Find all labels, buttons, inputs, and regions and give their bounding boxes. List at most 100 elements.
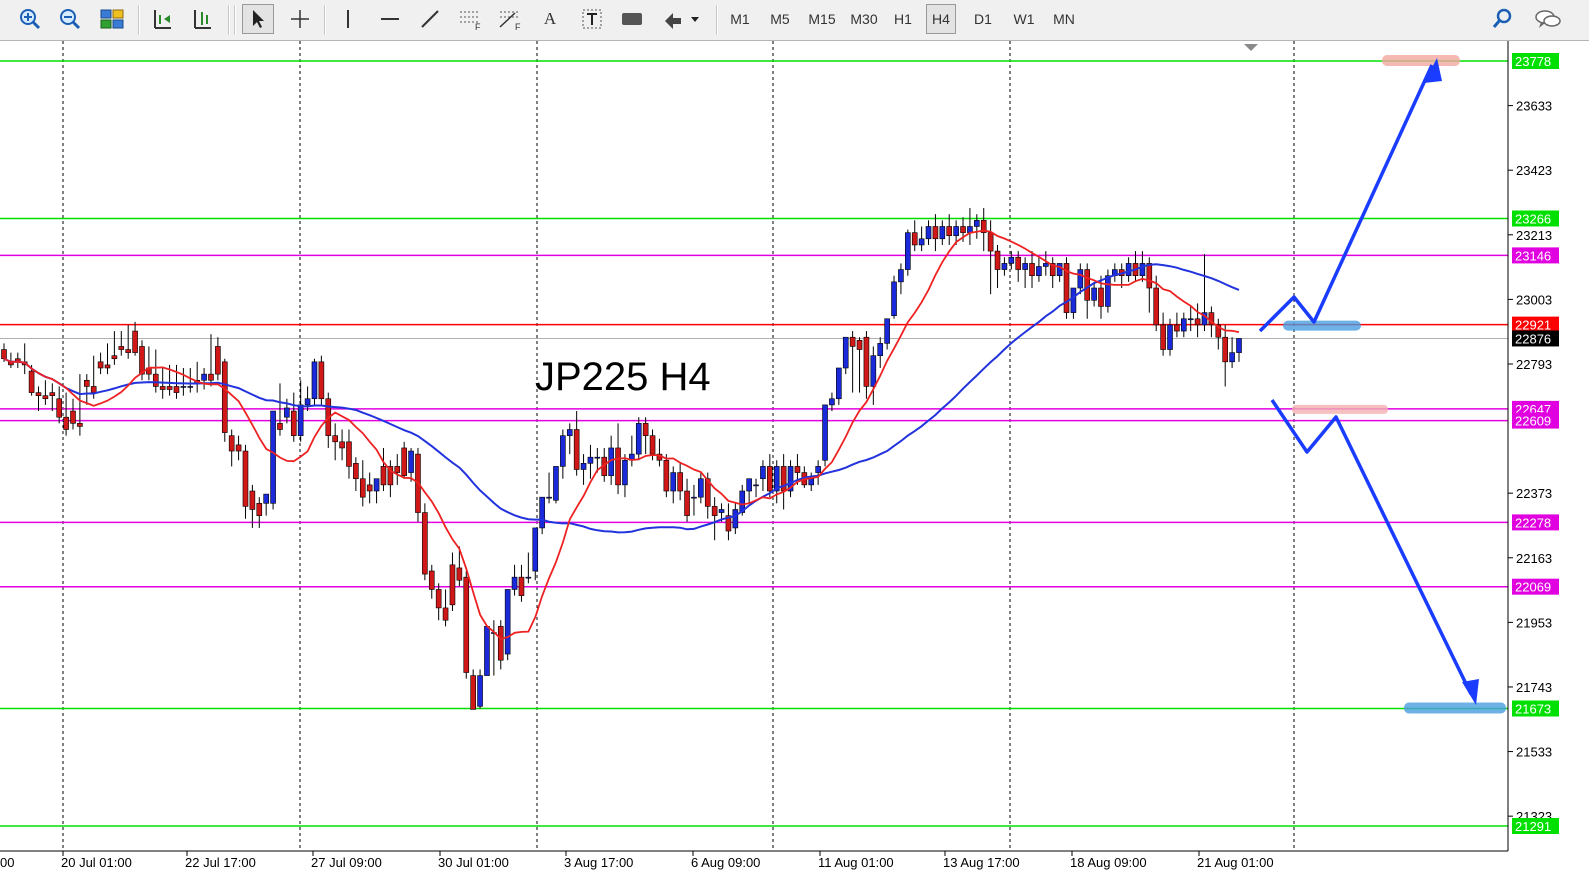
- candle-body: [615, 447, 621, 486]
- zoom-in-icon[interactable]: [14, 4, 46, 34]
- trendline-icon[interactable]: [414, 4, 446, 34]
- candle-body: [622, 459, 628, 486]
- candle-body: [1194, 318, 1201, 326]
- candle-body: [594, 456, 601, 459]
- candle-body: [863, 336, 870, 387]
- fibonacci-icon[interactable]: F: [494, 4, 526, 34]
- level-price-label: 21291: [1515, 819, 1551, 834]
- candle-body: [1105, 275, 1111, 307]
- candle-body: [553, 466, 559, 501]
- timeframe-d1-button[interactable]: D1: [968, 4, 998, 34]
- candle-body: [118, 346, 125, 350]
- candle-body: [1056, 263, 1063, 277]
- candle-body: [767, 466, 773, 492]
- arrows-icon[interactable]: [656, 4, 710, 34]
- candle-body: [884, 318, 890, 344]
- tile-windows-icon[interactable]: [96, 4, 128, 34]
- candle-body: [442, 607, 449, 621]
- level-price-label: 23778: [1515, 54, 1551, 69]
- candle-body: [960, 226, 966, 233]
- candle-body: [77, 423, 83, 427]
- candle-body: [518, 576, 525, 596]
- entry-zone-lower: [1292, 404, 1388, 414]
- timeframe-m1-button[interactable]: M1: [724, 4, 756, 34]
- search-icon[interactable]: [1486, 4, 1518, 34]
- candle-body: [953, 226, 959, 237]
- candle-body: [987, 232, 994, 252]
- price-tick-label: 23003: [1516, 292, 1552, 307]
- candle-body: [642, 423, 649, 436]
- candle-body: [380, 466, 387, 486]
- candle-body: [566, 429, 573, 436]
- time-tick-label: 00: [0, 855, 14, 870]
- candle-body: [525, 576, 532, 579]
- candle-body: [249, 490, 256, 510]
- candle-body: [277, 423, 283, 430]
- candle-body: [463, 576, 470, 673]
- candle-body: [746, 478, 752, 492]
- candle-body: [215, 346, 221, 375]
- candle-body: [760, 466, 766, 480]
- candle-body: [35, 392, 42, 396]
- price-tick-label: 22163: [1516, 551, 1552, 566]
- price-tick-label: 23633: [1516, 99, 1552, 114]
- candle-body: [1160, 324, 1166, 350]
- candle-body: [166, 386, 173, 390]
- candle-body: [173, 386, 180, 393]
- candle-body: [242, 450, 249, 507]
- level-price-label: 22609: [1515, 414, 1551, 429]
- candle-body: [235, 444, 242, 452]
- horizontal-line-icon[interactable]: [374, 4, 406, 34]
- level-price-label: 23266: [1515, 211, 1551, 226]
- chart-shift-icon[interactable]: [146, 4, 178, 34]
- timeframe-mn-button[interactable]: MN: [1048, 4, 1080, 34]
- candle-body: [635, 423, 642, 455]
- candle-body: [560, 435, 566, 467]
- candle-body: [484, 626, 490, 676]
- candle-body: [297, 404, 304, 436]
- timeframe-w1-button[interactable]: W1: [1008, 4, 1040, 34]
- vertical-line-icon[interactable]: [332, 4, 364, 34]
- candle-body: [1187, 318, 1194, 321]
- cursor-icon[interactable]: [242, 4, 274, 34]
- candle-body: [70, 410, 76, 424]
- chat-icon[interactable]: [1530, 4, 1566, 34]
- candle-body: [180, 386, 187, 388]
- timeframe-m30-button[interactable]: M30: [846, 4, 882, 34]
- candle-body: [159, 386, 166, 390]
- candle-body: [1, 349, 7, 360]
- candle-body: [511, 576, 518, 590]
- candle-body: [891, 281, 897, 316]
- candle-body: [822, 404, 828, 461]
- candle-body: [125, 349, 131, 353]
- toolbar-separator: [228, 5, 230, 35]
- timeframe-m5-button[interactable]: M5: [764, 4, 796, 34]
- candle-body: [373, 478, 380, 492]
- timeframe-m15-button[interactable]: M15: [804, 4, 840, 34]
- candle-body: [477, 675, 483, 707]
- candle-body: [1070, 287, 1077, 313]
- candle-body: [449, 564, 456, 606]
- candle-body: [815, 466, 821, 473]
- crosshair-icon[interactable]: [284, 4, 316, 34]
- candle-body: [401, 447, 407, 476]
- candle-body: [346, 441, 352, 467]
- text-icon[interactable]: A: [534, 4, 566, 34]
- text-label-icon[interactable]: [576, 4, 608, 34]
- timeframe-h1-button[interactable]: H1: [888, 4, 918, 34]
- candle-body: [905, 232, 911, 270]
- rectangle-icon[interactable]: [616, 4, 648, 34]
- toolbar-separator: [716, 5, 718, 35]
- candle-body: [974, 220, 980, 227]
- candle-body: [918, 238, 925, 246]
- zoom-out-icon[interactable]: [54, 4, 86, 34]
- timeframe-h4-button[interactable]: H4: [926, 4, 956, 34]
- candle-body: [470, 675, 476, 710]
- target-zone-lower: [1404, 702, 1506, 714]
- time-tick-label: 13 Aug 17:00: [943, 855, 1020, 870]
- equidistant-channel-icon[interactable]: F: [454, 4, 486, 34]
- candle-body: [711, 506, 718, 516]
- autoscroll-icon[interactable]: [186, 4, 218, 34]
- candle-body: [339, 441, 345, 449]
- price-chart[interactable]: JP225 H4 23633 23423 23213 23003 22793 22373 2…: [0, 41, 1589, 887]
